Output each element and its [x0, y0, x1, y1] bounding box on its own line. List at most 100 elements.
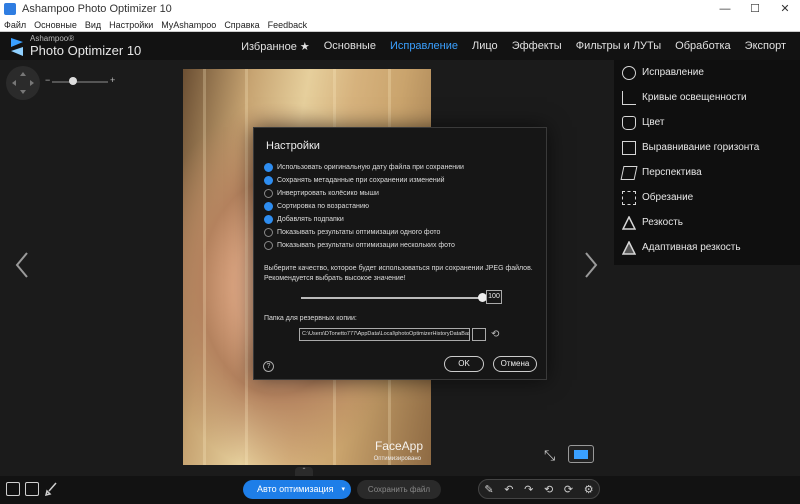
redo-icon[interactable]: ↷ — [524, 483, 533, 496]
option-label: Сохранять метаданные при сохранении изме… — [277, 176, 445, 184]
panel-item-sharpen[interactable]: Резкость — [614, 210, 800, 235]
panel-item-label: Обрезание — [642, 192, 694, 203]
crop-icon — [622, 190, 636, 205]
zoom-slider-handle[interactable] — [69, 77, 77, 85]
add-folder-icon[interactable] — [25, 482, 39, 496]
checkbox-checked[interactable] — [264, 201, 273, 211]
expand-filmstrip-tab[interactable]: ⌃ — [295, 467, 313, 476]
window-title: Ashampoo Photo Optimizer 10 — [22, 3, 172, 15]
tab-export[interactable]: Экспорт — [745, 40, 786, 53]
checkbox-checked[interactable] — [264, 214, 273, 224]
option-show-single-results[interactable]: Показывать результаты оптимизации одного… — [264, 226, 440, 238]
tab-favorites[interactable]: Избранное ★ — [241, 40, 310, 53]
monitor-icon — [574, 450, 588, 459]
jpeg-quality-value[interactable]: 100 — [486, 290, 502, 304]
panel-item-curves[interactable]: Кривые освещенности — [614, 85, 800, 110]
option-use-original-date[interactable]: Использовать оригинальную дату файла при… — [264, 161, 464, 173]
perspective-icon — [620, 165, 638, 180]
panel-item-label: Исправление — [642, 67, 704, 78]
sun-icon — [622, 65, 636, 80]
hair-highlight — [203, 69, 206, 465]
browse-folder-button[interactable] — [472, 328, 486, 341]
menu-file[interactable]: Файл — [4, 20, 26, 30]
adaptive-sharpen-icon — [622, 240, 636, 255]
panel-item-perspective[interactable]: Перспектива — [614, 160, 800, 185]
panel-item-adaptive-sharpen[interactable]: Адаптивная резкость — [614, 235, 800, 260]
close-button[interactable]: ✕ — [770, 0, 800, 18]
hair-highlight — [245, 69, 248, 465]
zoom-slider[interactable] — [52, 81, 108, 83]
backup-folder-label: Папка для резервных копии: — [264, 315, 357, 322]
pan-arrows-icon — [12, 72, 34, 94]
panel-item-correction[interactable]: Исправление — [614, 60, 800, 85]
option-sort-ascending[interactable]: Сортировка по возрастанию — [264, 200, 369, 212]
panel-item-label: Выравнивание горизонта — [642, 142, 760, 153]
magic-wand-icon[interactable]: ✎ — [484, 483, 493, 496]
panel-item-label: Кривые освещенности — [642, 92, 747, 103]
help-icon[interactable]: ? — [263, 361, 274, 372]
zoom-out-icon[interactable]: − — [45, 75, 50, 85]
option-label: Показывать результаты оптимизации нескол… — [277, 241, 455, 249]
panel-item-label: Перспектива — [642, 167, 702, 178]
tab-processing[interactable]: Обработка — [675, 40, 730, 53]
zoom-in-icon[interactable]: + — [110, 75, 115, 85]
horizon-icon — [622, 140, 636, 155]
menu-view[interactable]: Вид — [85, 20, 101, 30]
correction-panel: Исправление Кривые освещенности Цвет Выр… — [614, 60, 800, 265]
product-name: Photo Optimizer 10 — [30, 43, 142, 58]
pan-control[interactable] — [6, 66, 40, 100]
app-icon — [4, 3, 16, 15]
chevron-down-icon[interactable]: ▾ — [341, 480, 345, 499]
checkbox-unchecked[interactable] — [264, 188, 273, 198]
cancel-button[interactable]: Отмена — [493, 356, 537, 372]
checkbox-unchecked[interactable] — [264, 227, 273, 237]
brush-icon — [44, 482, 57, 497]
minimize-button[interactable]: — — [710, 0, 740, 18]
menu-myashampoo[interactable]: MyAshampoo — [161, 20, 216, 30]
title-bar: Ashampoo Photo Optimizer 10 — ☐ ✕ — [0, 0, 800, 18]
clean-brush-icon[interactable] — [44, 482, 58, 497]
tab-correction[interactable]: Исправление — [390, 40, 458, 53]
option-label: Инвертировать колёсико мыши — [277, 189, 379, 197]
ok-button[interactable]: OK — [444, 356, 484, 372]
option-label: Сортировка по возрастанию — [277, 202, 369, 210]
option-show-multiple-results[interactable]: Показывать результаты оптимизации нескол… — [264, 239, 455, 251]
checkbox-checked[interactable] — [264, 175, 273, 185]
rotate-right-icon[interactable]: ⟳ — [564, 483, 573, 496]
rotate-left-icon[interactable]: ⟲ — [544, 483, 553, 496]
checkbox-checked[interactable] — [264, 162, 273, 172]
fit-to-screen-icon[interactable]: ⤡ — [544, 447, 555, 464]
next-photo-arrow-icon[interactable] — [583, 250, 599, 280]
menu-feedback[interactable]: Feedback — [268, 20, 308, 30]
option-add-subfolders[interactable]: Добавлять подпапки — [264, 213, 344, 225]
tab-basic[interactable]: Основные — [324, 40, 376, 53]
gear-icon[interactable]: ⚙ — [584, 483, 594, 496]
backup-folder-path-input[interactable]: C:\Users\DTonetto777\AppData\Local\photo… — [299, 328, 470, 341]
panel-item-label: Адаптивная резкость — [642, 242, 741, 253]
auto-optimize-label: Авто оптимизация — [257, 484, 334, 494]
edit-toolbar: ✎ ↶ ↷ ⟲ ⟳ ⚙ — [478, 479, 600, 499]
tab-face[interactable]: Лицо — [472, 40, 498, 53]
option-keep-metadata[interactable]: Сохранять метаданные при сохранении изме… — [264, 174, 445, 186]
app-logo: Ashampoo® Photo Optimizer 10 — [8, 34, 141, 60]
option-invert-mouse-wheel[interactable]: Инвертировать колёсико мыши — [264, 187, 379, 199]
panel-item-crop[interactable]: Обрезание — [614, 185, 800, 210]
maximize-button[interactable]: ☐ — [740, 0, 770, 18]
view-mode-button[interactable] — [568, 445, 594, 463]
previous-photo-arrow-icon[interactable] — [14, 250, 30, 280]
auto-optimize-button[interactable]: Авто оптимизация ▾ — [243, 480, 351, 499]
save-file-button[interactable]: Сохранить файл — [357, 480, 441, 499]
jpeg-quality-slider[interactable] — [301, 297, 481, 299]
add-photos-icon[interactable] — [6, 482, 20, 496]
reset-path-icon[interactable]: ⟲ — [491, 329, 499, 340]
tab-filters-luts[interactable]: Фильтры и ЛУТы — [576, 40, 661, 53]
menu-help[interactable]: Справка — [224, 20, 259, 30]
tab-effects[interactable]: Эффекты — [512, 40, 562, 53]
checkbox-unchecked[interactable] — [264, 240, 273, 250]
menu-settings[interactable]: Настройки — [109, 20, 153, 30]
undo-icon[interactable]: ↶ — [504, 483, 513, 496]
panel-item-horizon[interactable]: Выравнивание горизонта — [614, 135, 800, 160]
menu-basic[interactable]: Основные — [34, 20, 77, 30]
faceapp-watermark: FaceApp — [374, 439, 423, 453]
panel-item-color[interactable]: Цвет — [614, 110, 800, 135]
